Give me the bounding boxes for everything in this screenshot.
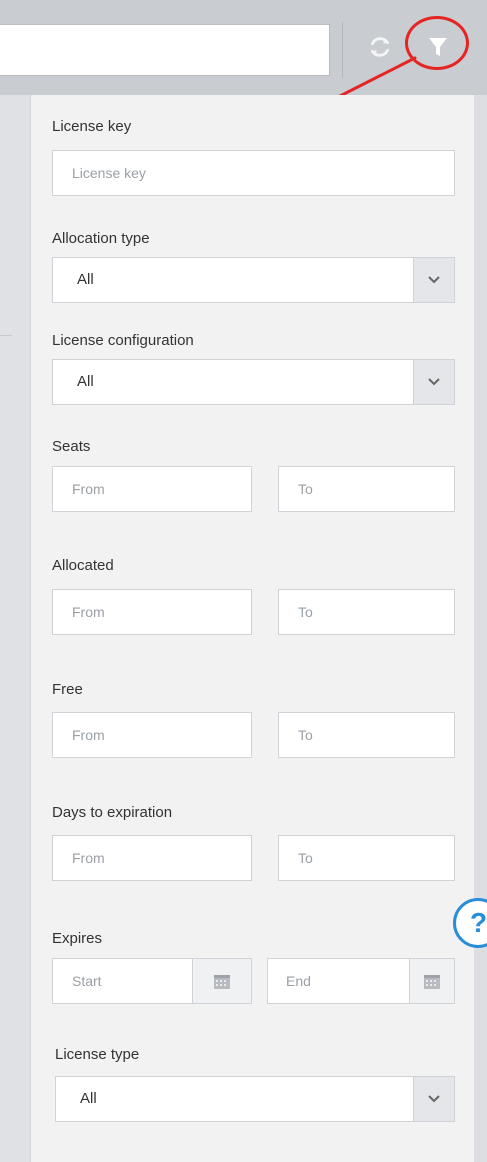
days-to-expiration-to-input[interactable]: To <box>278 835 455 881</box>
license-configuration-label: License configuration <box>52 332 194 349</box>
license-type-select[interactable]: All <box>55 1076 455 1122</box>
license-type-value: All <box>80 1090 97 1107</box>
right-strip <box>474 95 487 1162</box>
expires-end-input[interactable]: End <box>267 958 455 1004</box>
allocation-type-select[interactable]: All <box>52 257 455 303</box>
allocation-type-value: All <box>77 271 94 288</box>
chevron-down-icon[interactable] <box>413 1077 454 1121</box>
license-configuration-select[interactable]: All <box>52 359 455 405</box>
free-label: Free <box>52 681 83 698</box>
expires-label: Expires <box>52 930 103 947</box>
allocation-type-label: Allocation type <box>52 230 150 247</box>
seats-label: Seats <box>52 438 91 455</box>
calendar-icon[interactable] <box>192 959 251 1003</box>
free-to-input[interactable]: To <box>278 712 455 758</box>
license-key-label: License key <box>52 118 132 135</box>
expires-start-placeholder: Start <box>72 973 102 989</box>
left-rail <box>0 95 30 1162</box>
days-to-expiration-label: Days to expiration <box>52 804 173 821</box>
allocated-from-input[interactable]: From <box>52 589 252 635</box>
expires-end-placeholder: End <box>286 973 311 989</box>
days-to-expiration-from-input[interactable]: From <box>52 835 252 881</box>
seats-from-input[interactable]: From <box>52 466 252 512</box>
expires-start-input[interactable]: Start <box>52 958 252 1004</box>
allocated-label: Allocated <box>52 557 114 574</box>
seats-to-input[interactable]: To <box>278 466 455 512</box>
free-from-input[interactable]: From <box>52 712 252 758</box>
license-type-label: License type <box>55 1046 140 1063</box>
calendar-icon[interactable] <box>409 959 454 1003</box>
chevron-down-icon[interactable] <box>413 360 454 404</box>
license-key-input[interactable]: License key <box>52 150 455 196</box>
chevron-down-icon[interactable] <box>413 258 454 302</box>
allocated-to-input[interactable]: To <box>278 589 455 635</box>
license-configuration-value: All <box>77 373 94 390</box>
